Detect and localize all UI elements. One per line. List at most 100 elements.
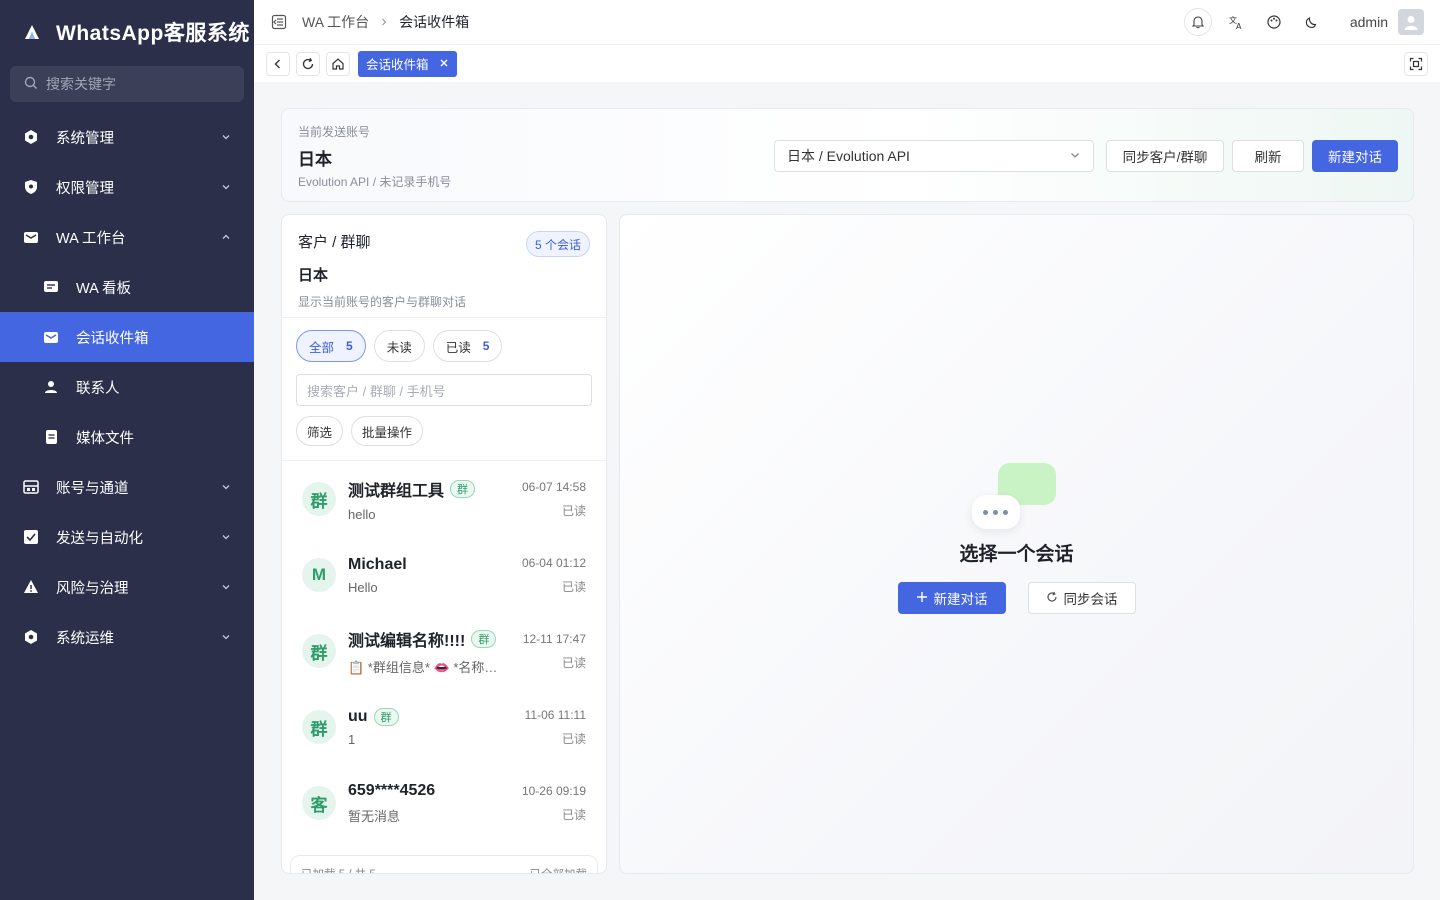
sidebar-search-input[interactable]: 搜索关键字 — [10, 66, 244, 102]
sidebar-item-media[interactable]: 媒体文件 — [0, 412, 254, 462]
sidebar-item-label: 账号与通道 — [56, 480, 129, 497]
refresh-icon — [1046, 591, 1058, 606]
avatar[interactable] — [1398, 9, 1424, 35]
refresh-button[interactable]: 刷新 — [1232, 140, 1304, 172]
conversation-status: 已读 — [561, 579, 586, 594]
conversation-meta: 06-07 14:58 已读 — [522, 480, 586, 519]
empty-state-title: 选择一个会话 — [959, 544, 1074, 565]
conversation-avatar: 群 — [302, 710, 336, 744]
inbox-icon — [42, 328, 60, 346]
breadcrumb: WA 工作台 会话收件箱 — [302, 12, 469, 32]
reload-button[interactable] — [296, 51, 320, 76]
conversation-search-input[interactable]: 搜索客户 / 群聊 / 手机号 — [296, 374, 592, 406]
button-label: 同步会话 — [1063, 592, 1118, 607]
account-select[interactable]: 日本 / Evolution API — [774, 140, 1094, 172]
conversation-name: Michael — [348, 555, 407, 573]
file-icon — [42, 428, 60, 446]
translate-button[interactable]: 文A — [1222, 8, 1250, 36]
conversation-body: uu 群 1 — [348, 707, 525, 747]
sidebar-item-permissions[interactable]: 权限管理 — [0, 162, 254, 212]
search-icon — [24, 76, 38, 93]
chevron-down-icon — [220, 181, 232, 193]
group-tag: 群 — [450, 479, 476, 498]
chevron-right-icon — [379, 14, 389, 30]
conversation-avatar: M — [302, 558, 336, 592]
conversation-meta: 06-04 01:12 已读 — [522, 556, 586, 595]
conversation-time: 06-04 01:12 — [521, 555, 586, 570]
sidebar-item-ops[interactable]: 系统运维 — [0, 612, 254, 662]
back-button[interactable] — [266, 51, 290, 76]
chevron-down-icon — [220, 581, 232, 593]
empty-state: 选择一个会话 新建对话 同步会话 — [620, 455, 1413, 614]
shield-icon — [22, 178, 40, 196]
conversation-time: 11-06 11:11 — [524, 707, 586, 722]
sidebar-item-inbox[interactable]: 会话收件箱 — [0, 312, 254, 362]
conversation-item[interactable]: M Michael Hello 06-04 01:12 已读 — [282, 537, 606, 613]
close-icon[interactable] — [439, 57, 449, 71]
breadcrumb-item[interactable]: WA 工作台 — [302, 12, 369, 32]
conversation-avatar: 群 — [302, 634, 336, 668]
chevron-down-icon — [220, 531, 232, 543]
conversation-meta: 12-11 17:47 已读 — [523, 632, 586, 671]
list-header: 客户 / 群聊 日本 显示当前账号的客户与群聊对话 5 个会话 — [282, 215, 606, 318]
sidebar-item-risk[interactable]: 风险与治理 — [0, 562, 254, 612]
username[interactable]: admin — [1350, 14, 1388, 30]
sidebar-item-send-automation[interactable]: 发送与自动化 — [0, 512, 254, 562]
conversation-name: 659****4526 — [348, 781, 436, 799]
batch-operation-button[interactable]: 批量操作 — [351, 416, 424, 446]
conversation-body: 659****4526 暂无消息 — [348, 782, 522, 825]
conversation-status: 已读 — [561, 655, 586, 670]
fullscreen-button[interactable] — [1404, 51, 1428, 76]
filter-read[interactable]: 已读 5 — [432, 330, 503, 362]
button-label: 新建对话 — [933, 592, 988, 607]
filter-label: 已读 — [445, 340, 471, 355]
filter-button[interactable]: 筛选 — [296, 416, 344, 446]
sync-conversations-button[interactable]: 同步会话 — [1027, 582, 1136, 614]
settings-hex-icon — [22, 128, 40, 146]
conversation-list-panel: 客户 / 群聊 日本 显示当前账号的客户与群聊对话 5 个会话 全部 5 未读 … — [281, 214, 607, 874]
sidebar-item-wa-workbench[interactable]: WA 工作台 — [0, 212, 254, 262]
sync-contacts-button[interactable]: 同步客户/群聊 — [1106, 140, 1224, 172]
status-filter-tabs: 全部 5 未读 已读 5 — [296, 330, 592, 362]
conversation-meta: 11-06 11:11 已读 — [525, 708, 586, 747]
chevron-up-icon — [220, 231, 232, 243]
notification-button[interactable] — [1183, 8, 1212, 36]
plus-icon — [916, 591, 928, 606]
sidebar-item-contacts[interactable]: 联系人 — [0, 362, 254, 412]
dark-mode-button[interactable] — [1298, 8, 1326, 36]
chat-panel: 选择一个会话 新建对话 同步会话 — [619, 214, 1414, 874]
conversation-item[interactable]: 群 测试群组工具 群 hello 06-07 14:58 已读 — [282, 461, 606, 537]
sidebar-item-system[interactable]: 系统管理 — [0, 112, 254, 162]
sidebar-item-label: 风险与治理 — [56, 580, 129, 597]
filter-unread[interactable]: 未读 — [373, 330, 425, 362]
sidebar-item-label: WA 工作台 — [56, 230, 126, 247]
home-button[interactable] — [326, 51, 350, 76]
collapse-sidebar-button[interactable] — [266, 9, 292, 35]
tab-inbox[interactable]: 会话收件箱 — [358, 50, 457, 77]
brand[interactable]: WhatsApp客服系统 — [0, 0, 254, 64]
new-conversation-button[interactable]: 新建对话 — [1312, 140, 1398, 172]
chevron-down-icon — [220, 481, 232, 493]
account-detail: Evolution API / 未记录手机号 — [298, 175, 452, 189]
conversation-item[interactable]: 群 测试编辑名称!!!! 群 📋 *群组信息* 👄 *名称… 12-11 17:… — [282, 613, 606, 689]
typing-dot — [983, 509, 988, 515]
theme-palette-button[interactable] — [1260, 8, 1288, 36]
sidebar-item-accounts-channels[interactable]: 账号与通道 — [0, 462, 254, 512]
sidebar-item-wa-dashboard[interactable]: WA 看板 — [0, 262, 254, 312]
tab-label: 会话收件箱 — [366, 58, 429, 72]
conversation-item[interactable]: 群 uu 群 1 11-06 11:11 已读 — [282, 689, 606, 765]
empty-new-conversation-button[interactable]: 新建对话 — [897, 582, 1006, 614]
conversation-status: 已读 — [561, 503, 586, 518]
conversation-item[interactable]: 客 659****4526 暂无消息 10-26 09:19 已读 — [282, 765, 606, 841]
chevron-down-icon — [1069, 148, 1081, 164]
loaded-count: 已加载 5 / 共 5 — [301, 866, 376, 873]
conversation-count-badge: 5 个会话 — [525, 231, 590, 257]
list-footer: 已加载 5 / 共 5 已全部加载 — [290, 855, 598, 873]
filter-all[interactable]: 全部 5 — [296, 330, 366, 362]
home-icon — [332, 57, 344, 70]
conversation-meta: 10-26 09:19 已读 — [522, 784, 586, 823]
conversation-time: 06-07 14:58 — [521, 479, 586, 494]
account-card: 当前发送账号 日本 Evolution API / 未记录手机号 日本 / Ev… — [281, 108, 1414, 202]
conversation-preview: 📋 *群组信息* 👄 *名称… — [348, 659, 498, 675]
breadcrumb-current: 会话收件箱 — [399, 14, 470, 30]
